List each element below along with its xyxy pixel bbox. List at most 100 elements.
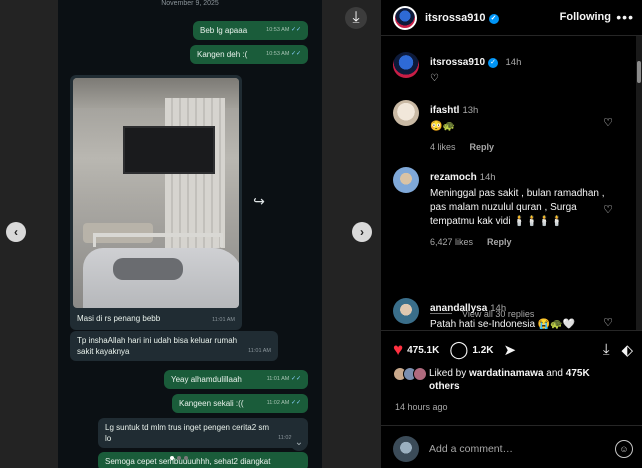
avatar	[393, 436, 419, 462]
comment-text: Patah hati se-Indonesia 😭🐢🤍	[430, 319, 576, 330]
comment-username[interactable]: ifashtl	[430, 105, 459, 116]
comment-like-icon[interactable]: ♡	[603, 116, 613, 129]
liked-by-count[interactable]: 475K	[566, 368, 590, 379]
chat-message-text: Yeay alhamdulillaah	[171, 375, 242, 384]
chat-date: November 9, 2025	[161, 0, 219, 7]
chevron-right-icon: ›	[360, 225, 364, 239]
avatar[interactable]	[393, 100, 419, 126]
scrollbar-thumb[interactable]	[637, 61, 641, 83]
carousel-dot	[177, 456, 181, 460]
comment-likes[interactable]: 6,427 likes	[430, 237, 473, 247]
forward-icon[interactable]: ↪	[250, 192, 268, 210]
post-timestamp[interactable]: 14 hours ago	[395, 402, 448, 412]
caption-time: 14h	[505, 57, 522, 68]
avatar[interactable]	[393, 298, 419, 324]
avatar	[413, 367, 427, 381]
carousel-dot	[170, 456, 174, 460]
comment-username[interactable]: anandallysa	[430, 303, 487, 314]
chat-message-time: 11:01 AM	[266, 376, 290, 382]
liker-avatars	[393, 367, 429, 381]
chat-message-text: lo	[105, 434, 112, 443]
comment-input[interactable]: Add a comment…	[429, 443, 513, 455]
avatar[interactable]	[393, 52, 419, 78]
add-comment-bar: Add a comment… ☺	[393, 436, 633, 462]
header-username[interactable]: itsrossa910 ✓	[425, 12, 499, 24]
emoji-icon[interactable]: ☺	[615, 440, 633, 458]
chat-message-time: 11:01 AM	[248, 348, 271, 354]
photo-caption: Masi di rs penang bebb	[77, 314, 161, 323]
comment-text: Meninggal pas sakit , bulan ramadhan , p…	[430, 188, 605, 227]
chat-message-text: sakit kayaknya	[77, 347, 130, 356]
read-check-icon: ✓✓	[290, 27, 301, 33]
likes-count[interactable]: 475.1K	[407, 345, 439, 356]
carousel-dots	[170, 456, 188, 460]
more-options-icon[interactable]: •••	[616, 9, 634, 25]
download-button[interactable]: ⤓	[345, 7, 367, 29]
download-icon: ⤓	[352, 9, 360, 26]
read-check-icon: ✓✓	[290, 400, 301, 406]
liked-by-username[interactable]: wardatinamawa	[469, 368, 543, 379]
read-check-icon: ✓✓	[290, 376, 301, 382]
username-text[interactable]: itsrossa910	[425, 12, 486, 24]
liked-by-prefix: Liked by	[429, 368, 467, 379]
liked-by-and: and	[546, 368, 563, 379]
carousel-dot	[184, 456, 188, 460]
chat-message-out: Semoga cepet sembuuuuhhh, sehat2 diangka…	[98, 452, 308, 468]
post-side-panel: itsrossa910 ✓ Following ••• itsrossa910 ✓ …	[381, 0, 642, 468]
chat-photo-message: Masi di rs penang bebb 11:01 AM	[70, 75, 242, 330]
chat-message-out: Yeay alhamdulillaah 11:01 AM ✓✓	[164, 370, 308, 389]
comment-text: 😳🐢	[430, 121, 455, 132]
photo-pillow	[113, 258, 183, 280]
comment-like-icon[interactable]: ♡	[603, 316, 613, 329]
caption-username[interactable]: itsrossa910	[430, 57, 485, 68]
comments-scrollbar[interactable]	[636, 36, 642, 330]
photo-tv	[123, 126, 215, 174]
instagram-post-viewer: November 9, 2025 Beb lg apaaa 10:53 AM ✓✓…	[0, 0, 642, 468]
like-heart-icon[interactable]: ♥	[393, 340, 403, 360]
chat-message-text: Beb lg apaaa	[200, 26, 248, 35]
photo-bed-rail	[93, 233, 223, 247]
prev-slide-button[interactable]: ‹	[6, 222, 26, 242]
chat-message-in: Lg suntuk td mlm trus inget pengen cerit…	[98, 418, 308, 448]
divider	[381, 330, 642, 331]
chat-message-time: 11:01 AM	[212, 317, 235, 323]
chat-message-out: Kangeen sekali :(( 11:02 AM ✓✓	[172, 394, 308, 413]
share-icon[interactable]: ➤	[504, 341, 517, 359]
chat-message-text: Tp inshaAllah hari ini udah bisa keluar …	[77, 336, 238, 345]
post-actions: ♥ 475.1K ◯ 1.2K ➤ ⤓ ⬖	[393, 340, 633, 360]
post-header: itsrossa910 ✓ Following •••	[381, 0, 642, 36]
reply-button[interactable]: Reply	[487, 237, 512, 247]
comments-list[interactable]: itsrossa910 ✓ 14h ♡ ifashtl 13h 😳🐢 4 likes…	[381, 36, 635, 330]
chat-screenshot: November 9, 2025 Beb lg apaaa 10:53 AM ✓✓…	[58, 0, 322, 468]
post-media-area: November 9, 2025 Beb lg apaaa 10:53 AM ✓✓…	[0, 0, 381, 468]
comment-like-icon[interactable]: ♡	[603, 203, 613, 216]
chat-message-text: Kangeen sekali :((	[179, 399, 244, 408]
liked-by: Liked by wardatinamawa and 475K others	[393, 367, 633, 393]
next-slide-button[interactable]: ›	[352, 222, 372, 242]
verified-badge-icon: ✓	[488, 58, 499, 68]
verified-badge-icon: ✓	[488, 13, 499, 24]
divider	[381, 425, 642, 426]
comment-username[interactable]: rezamoch	[430, 172, 477, 183]
save-bookmark-icon[interactable]: ⬖	[621, 341, 633, 359]
comment-time: 14h	[490, 303, 507, 314]
scroll-down-icon[interactable]: ⌄	[290, 433, 308, 451]
comment-likes[interactable]: 4 likes	[430, 142, 456, 152]
chat-message-time: 11:02 AM	[266, 400, 290, 406]
comments-count[interactable]: 1.2K	[472, 345, 493, 356]
comment-time: 14h	[479, 172, 496, 183]
liked-by-others[interactable]: others	[429, 381, 460, 392]
chat-message-time: 10:53 AM	[266, 51, 290, 57]
chat-message-out: Beb lg apaaa 10:53 AM ✓✓	[193, 21, 308, 40]
comment-icon[interactable]: ◯	[449, 340, 468, 360]
read-check-icon: ✓✓	[290, 51, 301, 57]
avatar[interactable]	[393, 5, 417, 30]
chat-message-text: Kangen deh :(	[197, 50, 248, 59]
chat-message-in: Tp inshaAllah hari ini udah bisa keluar …	[70, 331, 278, 361]
download-post-icon[interactable]: ⤓	[603, 341, 610, 359]
avatar[interactable]	[393, 167, 419, 193]
following-button[interactable]: Following	[560, 11, 611, 23]
chat-message-text: Lg suntuk td mlm trus inget pengen cerit…	[105, 423, 270, 432]
reply-button[interactable]: Reply	[470, 142, 495, 152]
heart-outline-icon: ♡	[430, 73, 439, 84]
